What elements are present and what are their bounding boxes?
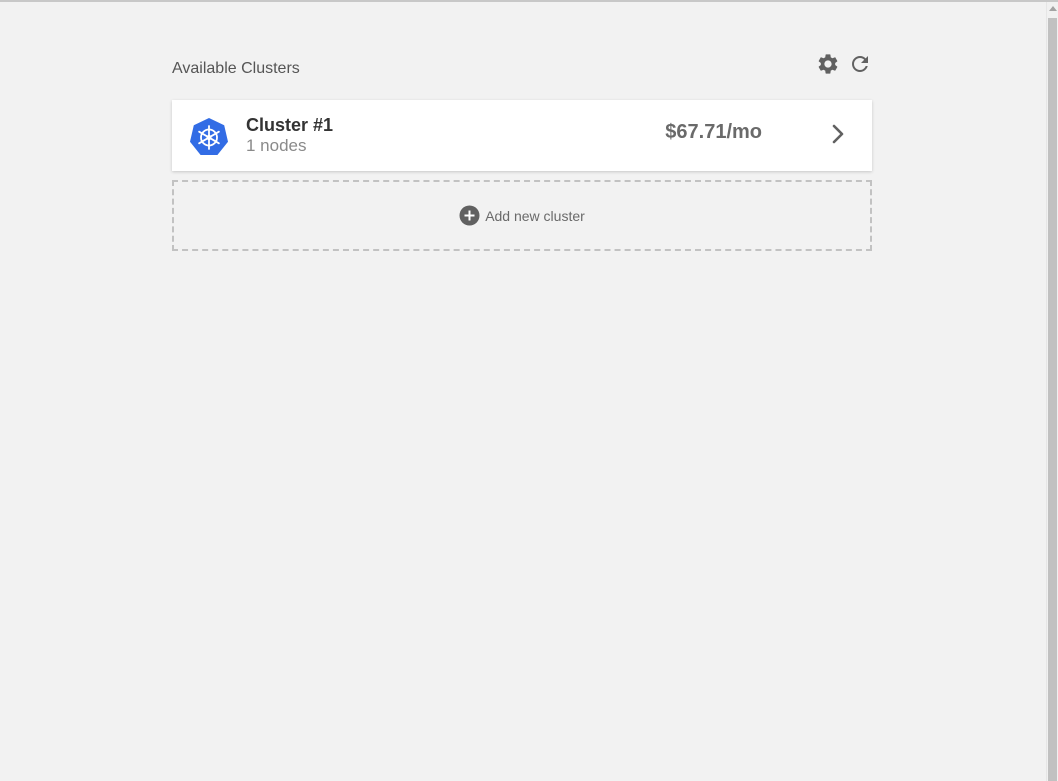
header-actions (816, 52, 872, 76)
add-new-cluster-button[interactable]: Add new cluster (172, 180, 872, 251)
refresh-icon (852, 56, 868, 72)
scroll-up-arrow-icon[interactable] (1049, 6, 1057, 11)
window-top-border (0, 0, 1058, 2)
cluster-price: $67.71/mo (665, 121, 762, 143)
cluster-card[interactable]: Cluster #1 1 nodes $67.71/mo (172, 100, 872, 171)
kubernetes-logo-icon (190, 118, 228, 155)
plus-circle-icon (459, 205, 480, 226)
gear-icon (818, 54, 838, 74)
settings-button[interactable] (816, 52, 840, 76)
scrollbar-thumb[interactable] (1048, 18, 1057, 781)
page-title: Available Clusters (172, 60, 300, 77)
vertical-scrollbar[interactable] (1046, 2, 1058, 781)
chevron-right-icon[interactable] (830, 123, 848, 145)
cluster-node-count: 1 nodes (246, 136, 307, 155)
clusters-header: Available Clusters (172, 50, 872, 100)
cluster-name: Cluster #1 (246, 115, 334, 135)
refresh-button[interactable] (848, 52, 872, 76)
add-new-cluster-label: Add new cluster (485, 207, 585, 224)
clusters-panel: Available Clusters Cluster #1 1 nodes $6… (172, 50, 872, 251)
